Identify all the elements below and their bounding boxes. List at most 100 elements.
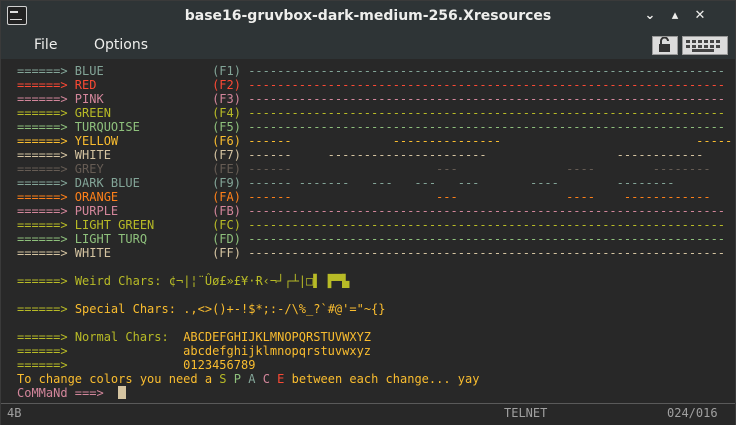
instruction-line: To change colors you need a S P A C E be… <box>17 372 479 386</box>
function-key: (F9) <box>212 176 249 190</box>
color-line: ======> LIGHT TURQ (FD) ----------------… <box>17 232 725 246</box>
color-dashes: ----------------------------------------… <box>248 204 726 218</box>
space-letter: P <box>233 372 241 386</box>
prefix: ======> <box>17 148 75 162</box>
color-line: ======> WHITE (FF) ---------------------… <box>17 246 725 260</box>
protocol-label: TELNET <box>504 406 548 420</box>
terminal-window: base16-gruvbox-dark-medium-256.Xresource… <box>0 0 736 425</box>
color-dashes: ------ --- ---- -------- <box>248 162 711 176</box>
weird-chars-line: ======> Weird Chars: ¢¬|¦¨Ûø£»£¥·Ɍ‹¬┘┌┴|… <box>17 274 349 288</box>
function-key: (FB) <box>212 204 249 218</box>
prefix: ======> <box>17 134 75 148</box>
color-dashes: ----------------------------------------… <box>248 232 726 246</box>
color-line: ======> PINK (F3) ----------------------… <box>17 92 725 106</box>
color-name: LIGHT GREEN <box>74 218 213 232</box>
keyboard-icon[interactable] <box>682 36 728 55</box>
window-title: base16-gruvbox-dark-medium-256.Xresource… <box>184 8 552 24</box>
normal-chars-line: ======> Normal Chars: ABCDEFGHIJKLMNOPQR… <box>17 330 371 344</box>
color-name: LIGHT TURQ <box>74 232 213 246</box>
color-dashes: ------ ------- --- --- --- ---- -------- <box>248 176 675 190</box>
color-line: ======> LIGHT GREEN (FC) ---------------… <box>17 218 725 232</box>
color-dashes: ------ --------------- ----- <box>248 134 733 148</box>
color-name: WHITE <box>74 246 213 260</box>
uppercase-chars: ABCDEFGHIJKLMNOPQRSTUVWXYZ <box>183 330 372 344</box>
prefix: ======> <box>17 64 75 78</box>
prefix: ======> <box>17 120 75 134</box>
function-key: (FF) <box>212 246 249 260</box>
close-button[interactable]: ✕ <box>692 8 708 24</box>
prefix: ======> <box>17 330 68 344</box>
weird-chars-value: ¢¬|¦¨Ûø£»£¥·Ɍ‹¬┘┌┴|□▌ ▛▀▙ <box>168 274 350 288</box>
prefix: ======> <box>17 232 75 246</box>
color-name: ORANGE <box>74 190 213 204</box>
function-key: (FE) <box>212 162 249 176</box>
function-key: (F2) <box>212 78 249 92</box>
function-key: (F4) <box>212 106 249 120</box>
function-key: (F1) <box>212 64 249 78</box>
color-name: PINK <box>74 92 213 106</box>
color-dashes: ----------------------------------------… <box>248 106 726 120</box>
status-bar: 4B TELNET 024/016 <box>1 403 735 425</box>
color-name: DARK BLUE <box>74 176 213 190</box>
prefix: ======> <box>17 302 68 316</box>
color-line: ======> GREEN (F4) ---------------------… <box>17 106 725 120</box>
digits-line: ======> 0123456789 <box>17 358 255 372</box>
color-name: YELLOW <box>74 134 213 148</box>
function-key: (F6) <box>212 134 249 148</box>
prefix: ======> <box>17 358 68 372</box>
color-line: ======> ORANGE (FA) ------ --- ---- ----… <box>17 190 711 204</box>
space-letter: C <box>262 372 270 386</box>
normal-chars-label: Normal Chars: <box>74 330 169 344</box>
color-line: ======> DARK BLUE (F9) ------ ------- --… <box>17 176 674 190</box>
maximize-button[interactable]: ▴ <box>667 8 683 24</box>
color-dashes: ----------------------------------------… <box>248 92 726 106</box>
prefix: ======> <box>17 162 75 176</box>
function-key: (FA) <box>212 190 249 204</box>
prefix: ======> <box>17 176 75 190</box>
color-line: ======> TURQUOISE (F5) -----------------… <box>17 120 725 134</box>
minimize-button[interactable]: ⌄ <box>642 8 658 24</box>
command-line[interactable]: CoMMaNd ===> <box>17 386 127 400</box>
color-line: ======> PURPLE (FB) --------------------… <box>17 204 725 218</box>
color-line: ======> RED (F2) -----------------------… <box>17 78 725 92</box>
color-name: WHITE <box>74 148 213 162</box>
instruction-text: between each change... yay <box>284 372 480 386</box>
special-chars-line: ======> Special Chars: .,<>()+-!$*;:-/\%… <box>17 302 386 316</box>
special-chars-value: .,<>()+-!$*;:-/\%_?`#@'="~{} <box>183 302 386 316</box>
text-cursor <box>118 386 127 399</box>
cursor-position: 024/016 <box>667 406 718 420</box>
lock-keyboard-icon[interactable] <box>652 36 678 55</box>
function-key: (F7) <box>212 148 249 162</box>
function-key: (FD) <box>212 232 249 246</box>
color-line: ======> WHITE (F7) ------ --------------… <box>17 148 703 162</box>
terminal-screen[interactable]: ======> BLUE (F1) ----------------------… <box>7 59 733 403</box>
menu-options[interactable]: Options <box>94 31 148 59</box>
prefix: ======> <box>17 204 75 218</box>
special-chars-label: Special Chars: <box>74 302 176 316</box>
digit-chars: 0123456789 <box>183 358 256 372</box>
instruction-text: To change colors you need a <box>17 372 220 386</box>
color-line: ======> BLUE (F1) ----------------------… <box>17 64 725 78</box>
color-dashes: ----------------------------------------… <box>248 246 726 260</box>
prefix: ======> <box>17 218 75 232</box>
prefix: ======> <box>17 106 75 120</box>
function-key: (F3) <box>212 92 249 106</box>
function-key: (FC) <box>212 218 249 232</box>
color-dashes: ------ --- ---- ------------ <box>248 190 711 204</box>
weird-chars-label: Weird Chars: <box>74 274 162 288</box>
prefix: ======> <box>17 78 75 92</box>
color-name: BLUE <box>74 64 213 78</box>
color-name: GREEN <box>74 106 213 120</box>
color-name: TURQUOISE <box>74 120 213 134</box>
status-indicator: 4B <box>7 406 22 420</box>
prefix: ======> <box>17 246 75 260</box>
color-name: GREY <box>74 162 213 176</box>
prefix: ======> <box>17 274 68 288</box>
space-letter: S <box>219 372 227 386</box>
color-name: PURPLE <box>74 204 213 218</box>
color-name: RED <box>74 78 213 92</box>
menu-file[interactable]: File <box>34 31 57 59</box>
space-letter: A <box>248 372 256 386</box>
title-bar[interactable]: base16-gruvbox-dark-medium-256.Xresource… <box>1 1 735 31</box>
lowercase-line: ======> abcdefghijklmnopqrstuvwxyz <box>17 344 371 358</box>
